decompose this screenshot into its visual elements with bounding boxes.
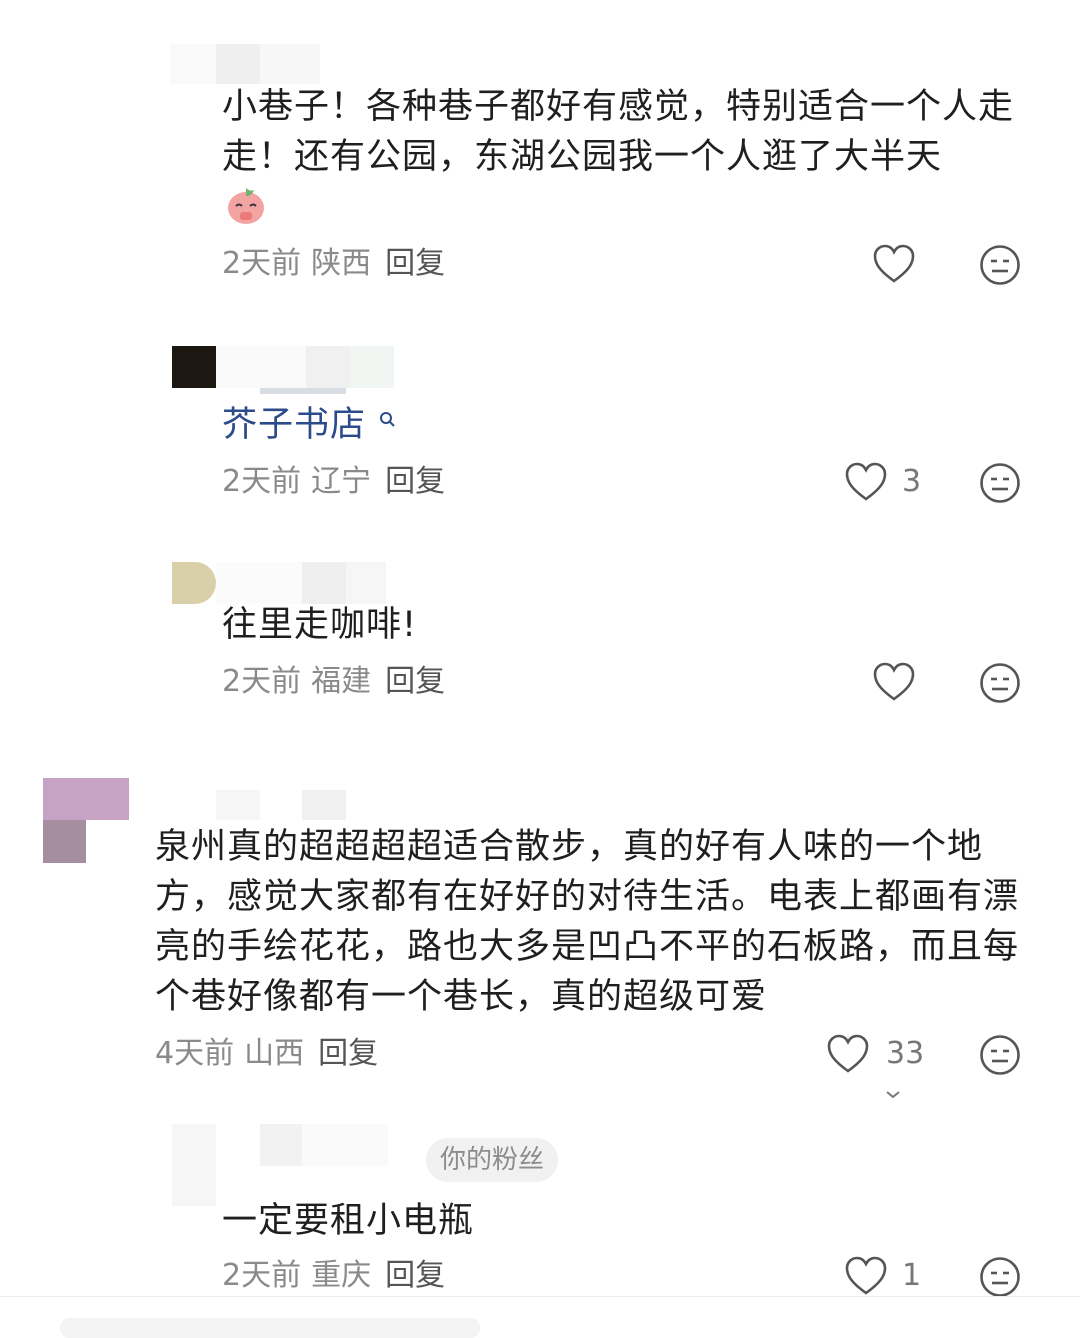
like-count: 1 [902, 1258, 922, 1293]
heart-icon[interactable] [844, 462, 888, 502]
username-blurred [302, 562, 346, 604]
comment-meta: 2天前 辽宁 回复 [222, 464, 445, 500]
username-blurred[interactable] [216, 346, 306, 388]
comment-time: 4天前 [155, 1036, 235, 1071]
like-count: 3 [902, 464, 922, 499]
fan-badge: 你的粉丝 [426, 1138, 559, 1182]
divider [0, 1296, 1080, 1297]
comment-time: 2天前 [222, 464, 302, 499]
comment-location: 辽宁 [311, 464, 372, 499]
avatar[interactable] [172, 346, 216, 388]
username-blurred [306, 346, 350, 388]
dislike-face-icon[interactable] [979, 1256, 1021, 1298]
reply-button[interactable]: 回复 [385, 1258, 445, 1293]
comment-location: 福建 [311, 664, 372, 699]
comment-meta: 4天前 山西 回复 [155, 1036, 378, 1072]
reply-button[interactable]: 回复 [318, 1036, 378, 1071]
username-blurred [346, 562, 386, 604]
comment-input-bar[interactable] [60, 1318, 480, 1338]
comment-text: 芥子书店 [222, 400, 622, 450]
dislike-face-icon[interactable] [979, 662, 1021, 704]
comment-time: 2天前 [222, 246, 302, 281]
like-count: 33 [886, 1036, 925, 1071]
dislike-face-icon[interactable] [979, 1034, 1021, 1076]
comment-location: 陕西 [311, 246, 372, 281]
avatar[interactable] [43, 778, 129, 820]
comment-text: 泉州真的超超超超适合散步，真的好有人味的一个地方，感觉大家都有在好好的对待生活。… [155, 827, 1020, 1017]
username-blurred [260, 44, 320, 84]
reply-button[interactable]: 回复 [385, 464, 445, 499]
username-blurred [302, 1124, 388, 1166]
heart-icon[interactable] [844, 1256, 888, 1296]
comment-location: 重庆 [311, 1258, 372, 1293]
avatar[interactable] [43, 820, 86, 863]
comment-location: 山西 [244, 1036, 305, 1071]
username-blurred[interactable] [216, 790, 260, 820]
avatar[interactable] [170, 44, 216, 84]
comment-text: 往里走咖啡! [222, 605, 418, 645]
avatar[interactable] [172, 562, 216, 604]
comment-time: 2天前 [222, 1258, 302, 1293]
comment-meta: 2天前 陕西 回复 [222, 246, 445, 282]
comment-meta: 2天前 重庆 回复 [222, 1258, 445, 1294]
comment-text: 小巷子！各种巷子都好有感觉，特别适合一个人走走！还有公园，东湖公园我一个人逛了大… [222, 87, 1015, 177]
reply-button[interactable]: 回复 [385, 664, 445, 699]
heart-icon[interactable] [872, 244, 916, 284]
username-blurred[interactable] [216, 44, 260, 84]
username-blurred [350, 346, 394, 388]
comment-text: 一定要租小电瓶 [222, 1201, 475, 1241]
avatar[interactable] [172, 1124, 216, 1206]
username-blurred[interactable] [260, 1124, 302, 1166]
heart-icon[interactable] [826, 1034, 870, 1074]
heart-icon[interactable] [872, 662, 916, 702]
blur-divider [260, 388, 346, 394]
username-blurred [302, 790, 346, 820]
praying-peach-emoji [224, 182, 268, 226]
search-icon[interactable] [378, 410, 398, 430]
dislike-face-icon[interactable] [979, 244, 1021, 286]
dislike-face-icon[interactable] [979, 462, 1021, 504]
bookstore-link[interactable]: 芥子书店 [222, 405, 366, 445]
username-blurred[interactable] [216, 562, 302, 604]
comment-meta: 2天前 福建 回复 [222, 664, 445, 700]
comment-time: 2天前 [222, 664, 302, 699]
reply-button[interactable]: 回复 [385, 246, 445, 281]
chevron-down-icon[interactable] [886, 1084, 900, 1099]
